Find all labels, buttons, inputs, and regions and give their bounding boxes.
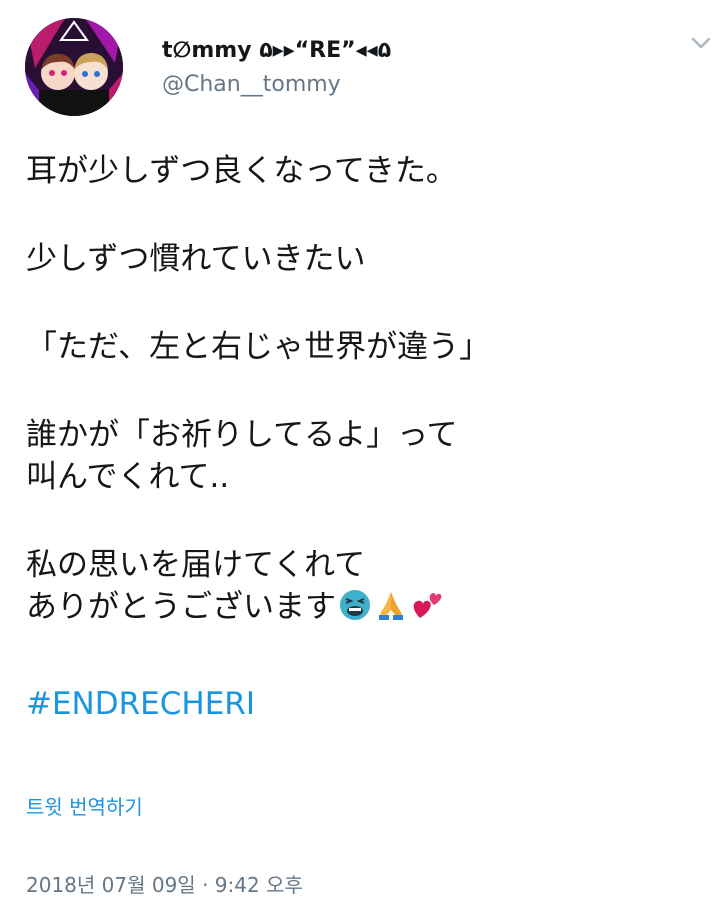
tweet-line: 誰かが「お祈りしてるよ」って [26,417,458,453]
hashtag-link[interactable]: #ENDRECHERI [26,686,255,722]
tweet-paragraph: 少しずつ慣れていきたい [26,238,696,280]
tweet-paragraph: 「ただ、左と右じゃ世界が違う」 [26,326,696,368]
tweet-line: 叫んでくれて.. [26,459,230,495]
folded-hands-emoji [374,588,408,633]
author-handle[interactable]: @Chan__tommy [162,72,341,97]
tweet-paragraph: 私の思いを届けてくれて ありがとうございます [26,544,696,633]
author-display-name[interactable]: t∅mmy ۵▸▸“RE”◂◂۵ [162,38,391,63]
chevron-down-icon[interactable] [690,32,712,54]
tweet-line: 私の思いを届けてくれて [26,547,366,583]
avatar-image [25,18,123,116]
tweet-card: t∅mmy ۵▸▸“RE”◂◂۵ @Chan__tommy 耳が少しずつ良くなっ… [0,0,720,903]
tweet-line-with-emoji: ありがとうございます [26,586,696,633]
tweet-line: 少しずつ慣れていきたい [26,241,366,277]
tweet-line: ありがとうございます [26,589,336,625]
tweet-paragraph: 誰かが「お祈りしてるよ」って 叫んでくれて.. [26,414,696,498]
tweet-timestamp: 2018년 07월 09일 · 9:42 오후 [26,873,303,897]
tweet-line: 耳が少しずつ良くなってきた。 [26,153,457,189]
tired-face-emoji [338,588,372,633]
translate-tweet-link[interactable]: 트윗 번역하기 [26,791,143,820]
tweet-text: 耳が少しずつ良くなってきた。 少しずつ慣れていきたい 「ただ、左と右じゃ世界が違… [26,150,696,679]
tweet-paragraph: 耳が少しずつ良くなってきた。 [26,150,696,192]
two-hearts-emoji [410,588,444,633]
tweet-line: 「ただ、左と右じゃ世界が違う」 [26,329,491,365]
avatar[interactable] [25,18,123,116]
